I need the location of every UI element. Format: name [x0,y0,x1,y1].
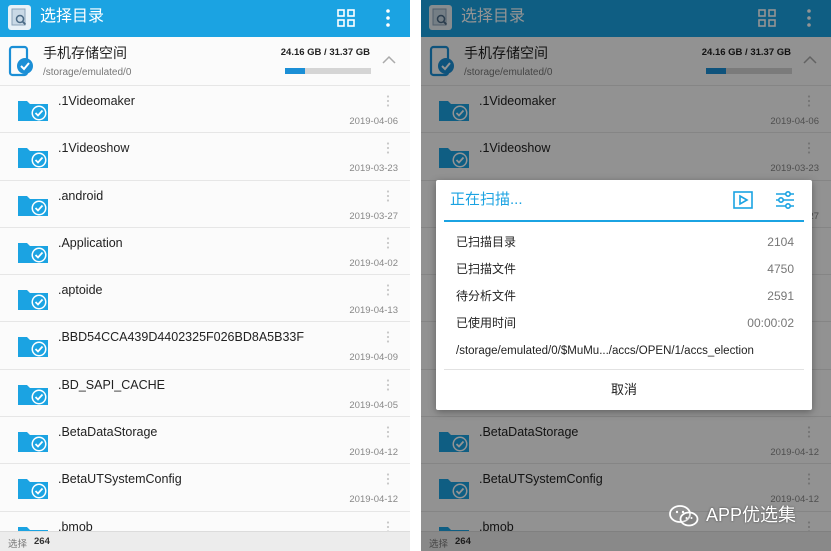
stat-label: 已扫描目录 [456,235,517,249]
folder-row[interactable]: .BD_SAPI_CACHE 2019-04-05 [0,369,410,418]
app-title: 选择目录 [40,8,105,25]
folder-date: 2019-04-12 [349,494,398,506]
storage-usage-fill [285,68,305,74]
folder-row[interactable]: .Application 2019-04-02 [0,227,410,276]
scan-dialog: 正在扫描... 已扫描目录 2104 已扫描文件 4750 待分析文件 2591 已使… [436,180,812,410]
folder-row[interactable]: .android 2019-03-27 [0,180,410,228]
stat-row: 已扫描文件 4750 [456,262,794,276]
folder-name: .BetaDataStorage [58,425,158,440]
selection-bar: 选择 264 [0,531,410,551]
phone-storage-icon [8,45,33,77]
stat-row: 已扫描目录 2104 [456,235,794,249]
folder-row[interactable]: .BBD54CCA439D4402325F026BD8A5B33F 2019-04… [0,322,410,370]
storage-header[interactable]: 手机存储空间 /storage/emulated/0 24.16 GB / 31… [0,37,410,86]
stat-label: 已扫描文件 [456,262,517,276]
folder-name: .Application [58,235,123,250]
folder-row[interactable]: .1Videoshow 2019-03-23 [0,133,410,181]
folder-row[interactable]: .1Videomaker 2019-04-06 [0,86,410,134]
folder-date: 2019-04-09 [349,352,398,364]
folder-list: .1Videomaker 2019-04-06 .1Videoshow 2019-03… [0,86,410,551]
stat-value: 2591 [767,289,794,303]
storage-path: /storage/emulated/0 [43,67,132,78]
chevron-up-icon[interactable] [382,55,396,65]
folder-icon [17,145,49,174]
scan-current-path: /storage/emulated/0/$MuMu.../accs/OPEN/1… [456,345,754,357]
stat-label: 待分析文件 [456,289,517,303]
row-more-icon[interactable] [386,283,390,301]
folder-date: 2019-04-05 [349,399,398,411]
folder-date: 2019-04-06 [349,116,398,127]
stat-value: 00:00:02 [747,316,794,330]
folder-icon [17,287,49,316]
folder-row[interactable]: .BetaUTSystemConfig 2019-04-12 [0,464,410,512]
selection-label: 选择 [8,539,28,550]
play-icon[interactable] [732,190,754,210]
folder-date: 2019-04-12 [349,447,398,459]
folder-icon [17,98,49,127]
folder-row[interactable]: .BetaDataStorage 2019-04-12 [0,417,410,465]
folder-date: 2019-03-23 [349,163,398,175]
selection-count: 264 [34,536,50,547]
folder-name: .aptoide [58,283,103,298]
row-more-icon[interactable] [386,236,390,254]
stat-value: 2104 [767,235,794,249]
filter-settings-icon[interactable] [774,190,796,210]
storage-usage-bar [285,68,371,74]
app-icon [8,5,31,30]
folder-date: 2019-03-27 [349,210,398,222]
row-more-icon[interactable] [386,472,390,490]
folder-name: .1Videomaker [58,94,135,108]
more-icon[interactable] [381,8,395,28]
row-more-icon[interactable] [386,425,390,443]
folder-icon [17,193,49,222]
row-more-icon[interactable] [386,378,390,396]
stat-row: 已使用时间 00:00:02 [456,316,794,330]
folder-row[interactable]: .aptoide 2019-04-13 [0,275,410,323]
storage-size: 24.16 GB / 31.37 GB [280,47,370,58]
watermark: APP优选集 [668,502,828,528]
folder-name: .BetaUTSystemConfig [58,472,182,487]
dialog-divider [444,220,804,222]
folder-icon [17,240,49,269]
row-more-icon[interactable] [386,189,390,207]
folder-name: .1Videoshow [58,141,130,156]
folder-icon [17,334,49,363]
row-more-icon[interactable] [386,94,390,112]
stat-row: 待分析文件 2591 [456,289,794,303]
folder-icon [17,429,49,458]
cancel-button[interactable]: 取消 [436,370,812,410]
stat-label: 已使用时间 [456,316,517,330]
folder-icon [17,476,49,505]
wechat-icon [669,505,699,527]
folder-icon [17,382,49,411]
stat-value: 4750 [767,262,794,276]
storage-title: 手机存储空间 [43,45,127,61]
app-bar: 选择目录 [0,0,410,37]
watermark-text: APP优选集 [706,505,797,525]
dialog-title: 正在扫描... [450,191,523,208]
folder-name: .BD_SAPI_CACHE [58,377,165,392]
left-screen: 选择目录 手机存储空间 /storage/emulated/0 24.16 GB… [0,0,410,551]
folder-name: .BBD54CCA439D4402325F026BD8A5B33F [58,330,304,345]
grid-view-icon[interactable] [336,8,356,28]
row-more-icon[interactable] [386,141,390,159]
folder-date: 2019-04-02 [349,257,398,269]
right-screen: 选择目录 手机存储空间 /storage/emulated/0 24.16 GB… [421,0,831,551]
folder-name: .android [58,188,104,203]
folder-date: 2019-04-13 [349,305,398,317]
row-more-icon[interactable] [386,330,390,348]
